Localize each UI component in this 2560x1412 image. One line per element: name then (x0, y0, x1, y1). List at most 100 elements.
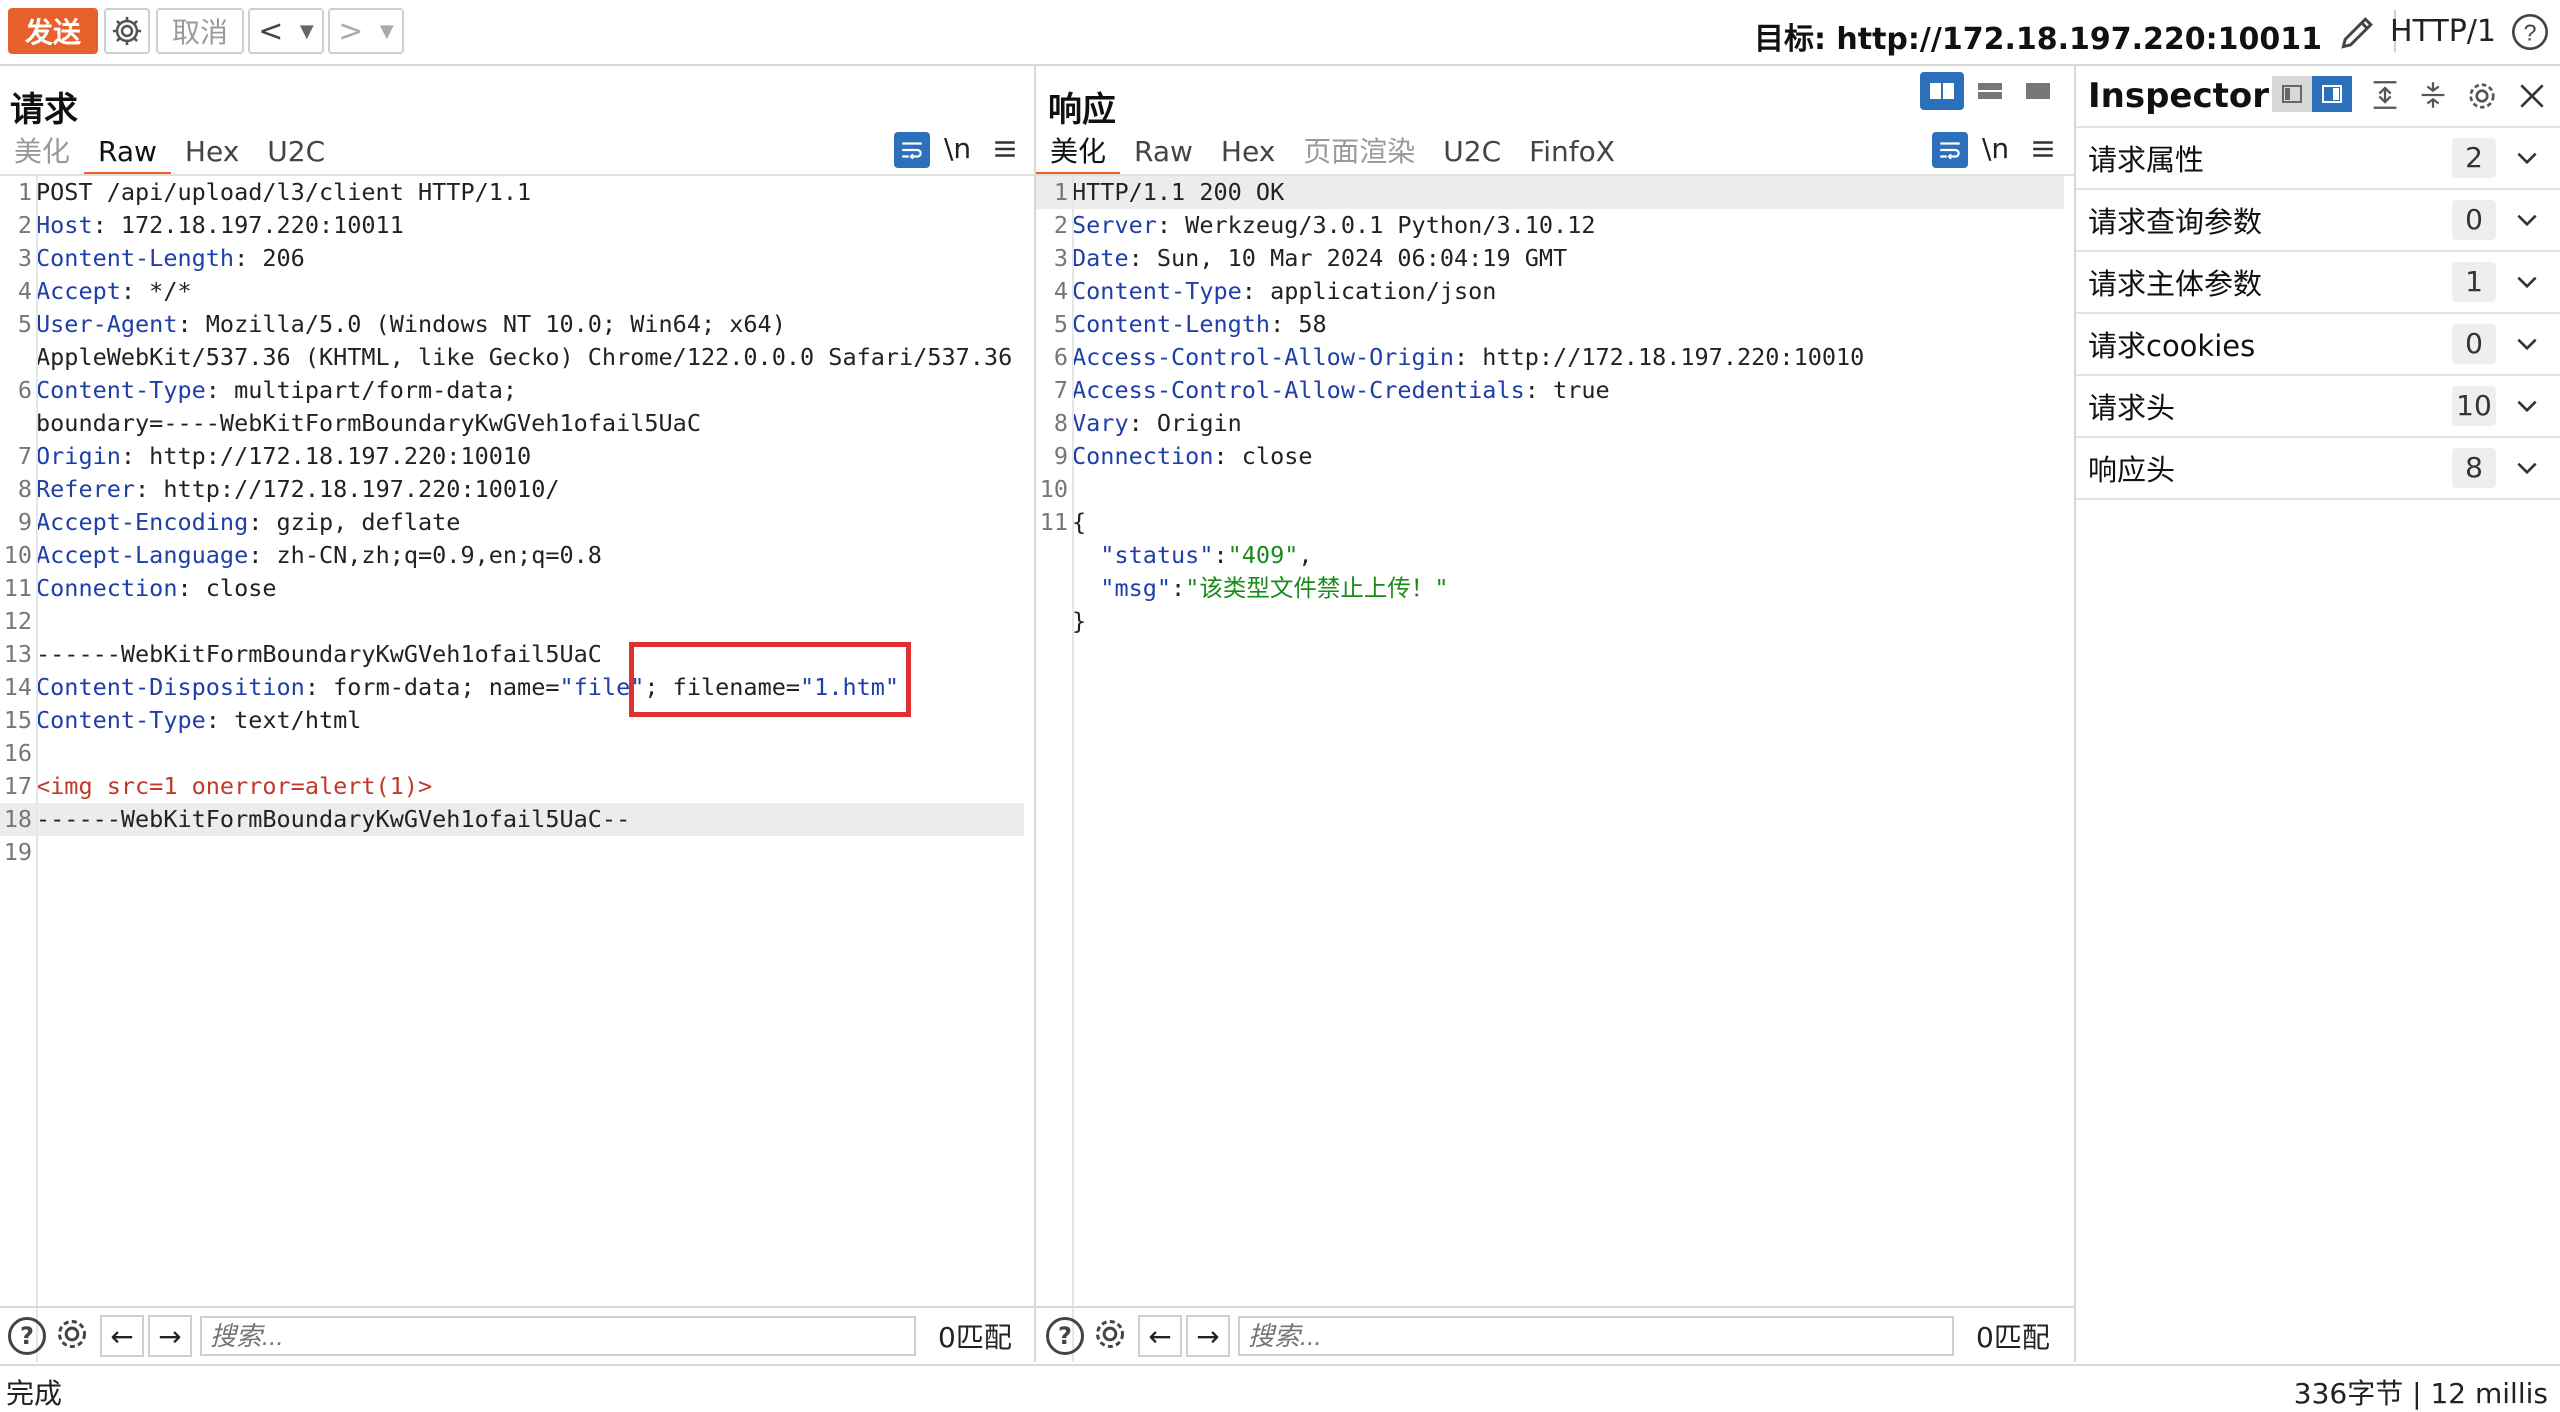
search-prev-button[interactable]: ← (100, 1315, 144, 1357)
chevron-down-icon[interactable] (2514, 331, 2540, 357)
help-icon[interactable]: ? (8, 1317, 46, 1355)
status-left: 完成 (6, 1377, 63, 1410)
tab-raw[interactable]: Raw (84, 132, 171, 175)
chevron-down-icon[interactable] (2514, 393, 2540, 419)
response-tabs: 美化 Raw Hex 页面渲染 U2C FinfoX (1036, 132, 1629, 175)
settings-gear-icon[interactable] (104, 8, 150, 54)
help-icon[interactable]: ? (1046, 1317, 1084, 1355)
code-token: Content-Type (1072, 277, 1242, 305)
layout-stacked-icon[interactable] (1968, 72, 2012, 110)
code-line: 7 Access-Control-Allow-Credentials: true (1036, 374, 2064, 407)
send-button[interactable]: 发送 (8, 8, 98, 54)
code-token: : */* (120, 277, 192, 305)
collapse-all-icon[interactable] (2416, 78, 2450, 116)
chevron-down-icon[interactable] (2514, 269, 2540, 295)
request-editor[interactable]: 1 POST /api/upload/l3/client HTTP/1.1 2 Hos… (0, 176, 1024, 1366)
chevron-right-icon: > (338, 13, 364, 49)
dropdown-triangle-icon: ▼ (299, 20, 314, 42)
settings-gear-icon[interactable] (2464, 78, 2500, 118)
settings-gear-icon[interactable] (1090, 1314, 1130, 1358)
code-text: Accept-Language: zh-CN,zh;q=0.9,en;q=0.8 (36, 539, 602, 572)
gutter-line (36, 176, 38, 1362)
chevron-down-icon[interactable] (2514, 145, 2540, 171)
inspector-panel: Inspector 请求属性 2 请求查询参数 0 请求主体参数 1 请求cookies 0 请… (2076, 66, 2560, 1362)
inspector-row[interactable]: 请求cookies 0 (2076, 314, 2560, 376)
code-text: Content-Type: application/json (1072, 275, 1496, 308)
inspector-row[interactable]: 请求查询参数 0 (2076, 190, 2560, 252)
newline-toggle[interactable]: \n (1982, 132, 2009, 165)
request-tabs: 美化 Raw Hex U2C (0, 132, 339, 175)
response-search-input[interactable] (1238, 1316, 1954, 1356)
help-icon[interactable]: ? (2510, 12, 2550, 56)
wrap-lines-icon[interactable] (1932, 132, 1968, 168)
tab-render[interactable]: 页面渲染 (1289, 132, 1429, 172)
code-line: 12 (0, 605, 1024, 638)
code-line: 17 <img src=1 onerror=alert(1)> (0, 770, 1024, 803)
tab-pretty[interactable]: 美化 (1036, 132, 1121, 175)
chevron-down-icon[interactable] (2514, 455, 2540, 481)
inspector-row[interactable]: 请求头 10 (2076, 376, 2560, 438)
line-number: 4 (17, 277, 32, 305)
settings-gear-icon[interactable] (52, 1314, 92, 1358)
code-text: Connection: close (1072, 440, 1313, 473)
layout-single-icon[interactable] (2016, 72, 2060, 110)
tab-raw[interactable]: Raw (1120, 132, 1207, 172)
line-number: 5 (1053, 310, 1068, 338)
tab-finfox[interactable]: FinfoX (1515, 132, 1629, 172)
line-number: 7 (17, 442, 32, 470)
protocol-selector[interactable]: HTTP/1 (2390, 14, 2496, 49)
line-number: 6 (17, 376, 32, 404)
chevron-down-icon[interactable] (2514, 207, 2540, 233)
back-history-button[interactable]: < ▼ (248, 8, 324, 54)
pencil-edit-icon[interactable] (2336, 10, 2380, 58)
code-text: boundary=----WebKitFormBoundaryKwGVeh1of… (36, 407, 701, 440)
inspector-row[interactable]: 请求属性 2 (2076, 128, 2560, 190)
code-text: "msg":"该类型文件禁止上传！" (1072, 572, 1448, 605)
inspector-row[interactable]: 响应头 8 (2076, 438, 2560, 500)
expand-all-icon[interactable] (2368, 78, 2402, 116)
hamburger-menu-icon[interactable] (992, 136, 1018, 166)
code-line: boundary=----WebKitFormBoundaryKwGVeh1of… (0, 407, 1024, 440)
tab-pretty[interactable]: 美化 (0, 132, 84, 172)
search-next-button[interactable]: → (1186, 1315, 1230, 1357)
search-next-button[interactable]: → (148, 1315, 192, 1357)
code-token: ------WebKitFormBoundaryKwGVeh1ofail5UaC… (36, 805, 631, 833)
code-token: : form-data; name= (304, 673, 560, 701)
close-icon[interactable] (2516, 80, 2548, 116)
layout-split-icon[interactable] (1920, 72, 1964, 110)
code-token: Content-Length (1072, 310, 1271, 338)
tab-u2c[interactable]: U2C (253, 132, 339, 172)
line-number: 13 (3, 640, 32, 668)
arrow-right-icon: → (1196, 1319, 1220, 1353)
code-token: <img src=1 onerror=alert(1)> (36, 772, 433, 800)
code-token: : multipart/form-data; (205, 376, 518, 404)
code-text: POST /api/upload/l3/client HTTP/1.1 (36, 176, 531, 209)
tab-hex[interactable]: Hex (1207, 132, 1289, 172)
forward-history-button[interactable]: > ▼ (328, 8, 404, 54)
code-token: : text/html (205, 706, 362, 734)
code-text: Origin: http://172.18.197.220:10010 (36, 440, 531, 473)
target-label[interactable]: 目标: http://172.18.197.220:10011 (1754, 14, 2322, 58)
line-number: 10 (3, 541, 32, 569)
tab-hex[interactable]: Hex (171, 132, 253, 172)
inspector-view-list-icon[interactable] (2272, 76, 2312, 112)
tab-u2c[interactable]: U2C (1429, 132, 1515, 172)
code-text: Host: 172.18.197.220:10011 (36, 209, 404, 242)
cancel-button[interactable]: 取消 (156, 8, 244, 54)
search-prev-button[interactable]: ← (1138, 1315, 1182, 1357)
response-editor[interactable]: 1 HTTP/1.1 200 OK 2 Server: Werkzeug/3.0.1 … (1036, 176, 2064, 1366)
newline-toggle[interactable]: \n (944, 132, 971, 165)
inspector-view-panel-icon[interactable] (2312, 76, 2352, 112)
inspector-row[interactable]: 请求主体参数 1 (2076, 252, 2560, 314)
request-search-input[interactable] (200, 1316, 916, 1356)
code-token: Date (1072, 244, 1129, 272)
hamburger-menu-icon[interactable] (2030, 136, 2056, 166)
inspector-row-label: 请求cookies (2088, 329, 2256, 363)
wrap-lines-icon[interactable] (894, 132, 930, 168)
code-line: 10 (1036, 473, 2064, 506)
code-token: : application/json (1241, 277, 1497, 305)
code-token: : close (177, 574, 277, 602)
code-token: : 172.18.197.220:10011 (92, 211, 404, 239)
code-token: : true (1524, 376, 1610, 404)
gutter-line (1072, 176, 1074, 1362)
